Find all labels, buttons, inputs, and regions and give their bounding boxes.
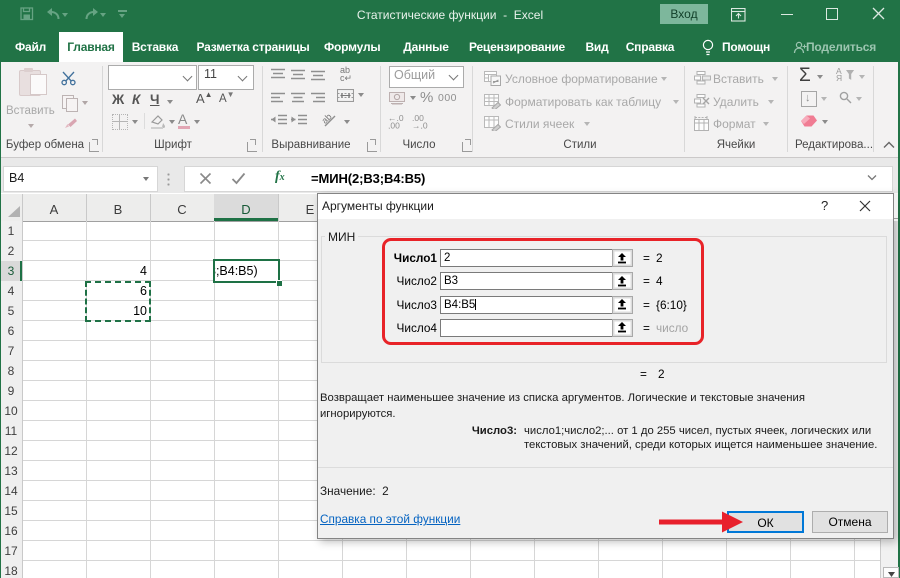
svg-text:,00: ,00 [388,121,400,130]
svg-text:ab: ab [322,112,334,126]
svg-text:→,0: →,0 [412,121,428,130]
